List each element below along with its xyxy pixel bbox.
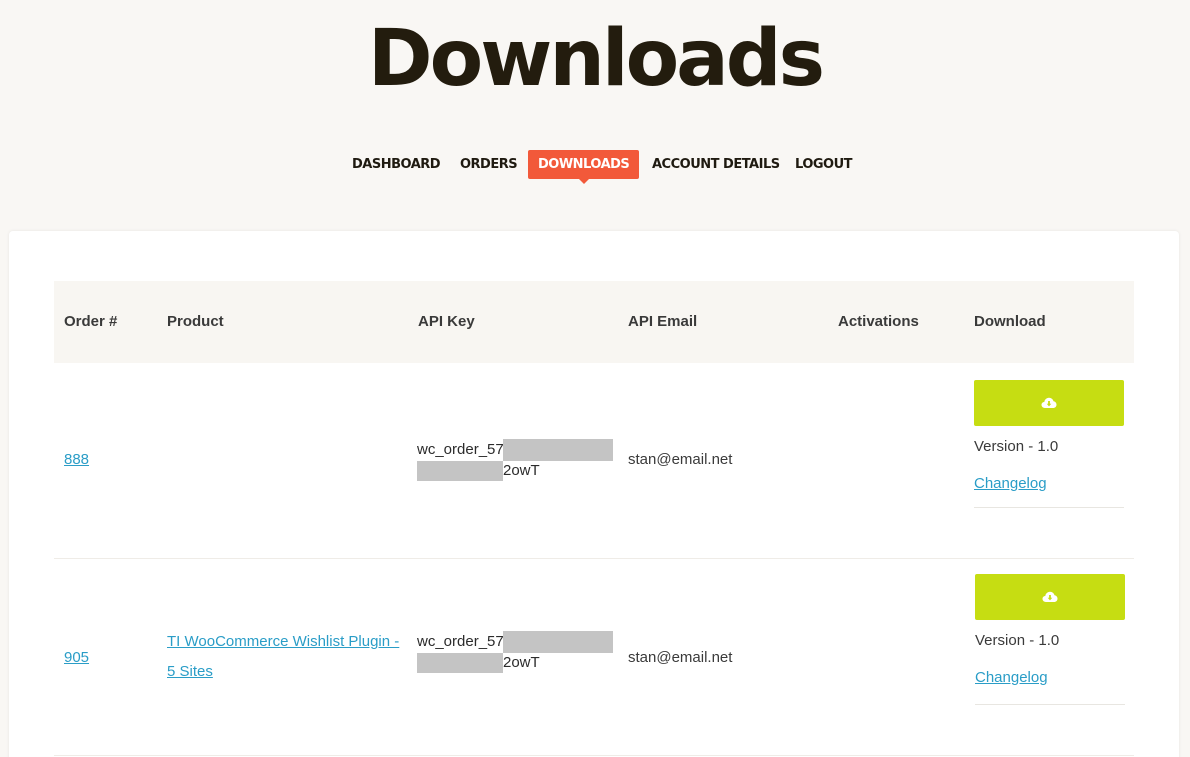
table-header: Order # Product API Key API Email Activa… bbox=[54, 281, 1134, 363]
page-title: Downloads bbox=[367, 14, 825, 104]
download-button[interactable] bbox=[974, 380, 1124, 426]
header-api-email: API Email bbox=[628, 313, 698, 330]
version-label: Version - 1.0 bbox=[975, 632, 1060, 649]
version-label: Version - 1.0 bbox=[974, 438, 1059, 455]
divider bbox=[974, 507, 1124, 508]
redaction-block bbox=[503, 439, 613, 461]
cloud-download-icon bbox=[1041, 397, 1057, 408]
order-link[interactable]: 905 bbox=[64, 647, 89, 669]
nav-downloads[interactable]: DOWNLOADS bbox=[528, 150, 640, 184]
table-row: 905 TI WooCommerce Wishlist Plugin - 5 S… bbox=[54, 560, 1134, 756]
order-link[interactable]: 888 bbox=[64, 449, 89, 471]
header-order: Order # bbox=[64, 313, 118, 330]
table-row: 888 wc_order_57 2owT stan@email.net Vers… bbox=[54, 363, 1134, 559]
product-link-line1[interactable]: TI WooCommerce Wishlist Plugin - bbox=[167, 633, 399, 650]
product-cell: TI WooCommerce Wishlist Plugin - 5 Sites bbox=[167, 627, 407, 687]
account-nav: DASHBOARD ORDERS DOWNLOADS ACCOUNT DETAI… bbox=[0, 150, 1190, 184]
nav-account-details[interactable]: ACCOUNT DETAILS bbox=[652, 150, 780, 179]
header-download: Download bbox=[974, 313, 1046, 330]
api-key-prefix: wc_order_57 bbox=[417, 441, 504, 458]
cloud-download-icon bbox=[1042, 591, 1058, 602]
api-key-prefix: wc_order_57 bbox=[417, 633, 504, 650]
api-key-suffix: 2owT bbox=[503, 462, 540, 479]
api-email: stan@email.net bbox=[628, 451, 733, 468]
changelog-link[interactable]: Changelog bbox=[974, 473, 1047, 495]
product-cell bbox=[167, 445, 407, 475]
api-email: stan@email.net bbox=[628, 649, 733, 666]
redaction-block bbox=[417, 653, 503, 673]
nav-dashboard[interactable]: DASHBOARD bbox=[352, 150, 441, 179]
nav-orders[interactable]: ORDERS bbox=[460, 150, 518, 179]
redaction-block bbox=[503, 631, 613, 653]
downloads-card: Order # Product API Key API Email Activa… bbox=[9, 231, 1179, 757]
product-link-line2[interactable]: 5 Sites bbox=[167, 663, 213, 680]
download-button[interactable] bbox=[975, 574, 1125, 620]
nav-logout[interactable]: LOGOUT bbox=[795, 150, 853, 179]
header-activations: Activations bbox=[838, 313, 919, 330]
divider bbox=[975, 704, 1125, 705]
header-product: Product bbox=[167, 313, 224, 330]
header-api-key: API Key bbox=[418, 313, 475, 330]
api-key-suffix: 2owT bbox=[503, 654, 540, 671]
redaction-block bbox=[417, 461, 503, 481]
changelog-link[interactable]: Changelog bbox=[975, 667, 1048, 689]
